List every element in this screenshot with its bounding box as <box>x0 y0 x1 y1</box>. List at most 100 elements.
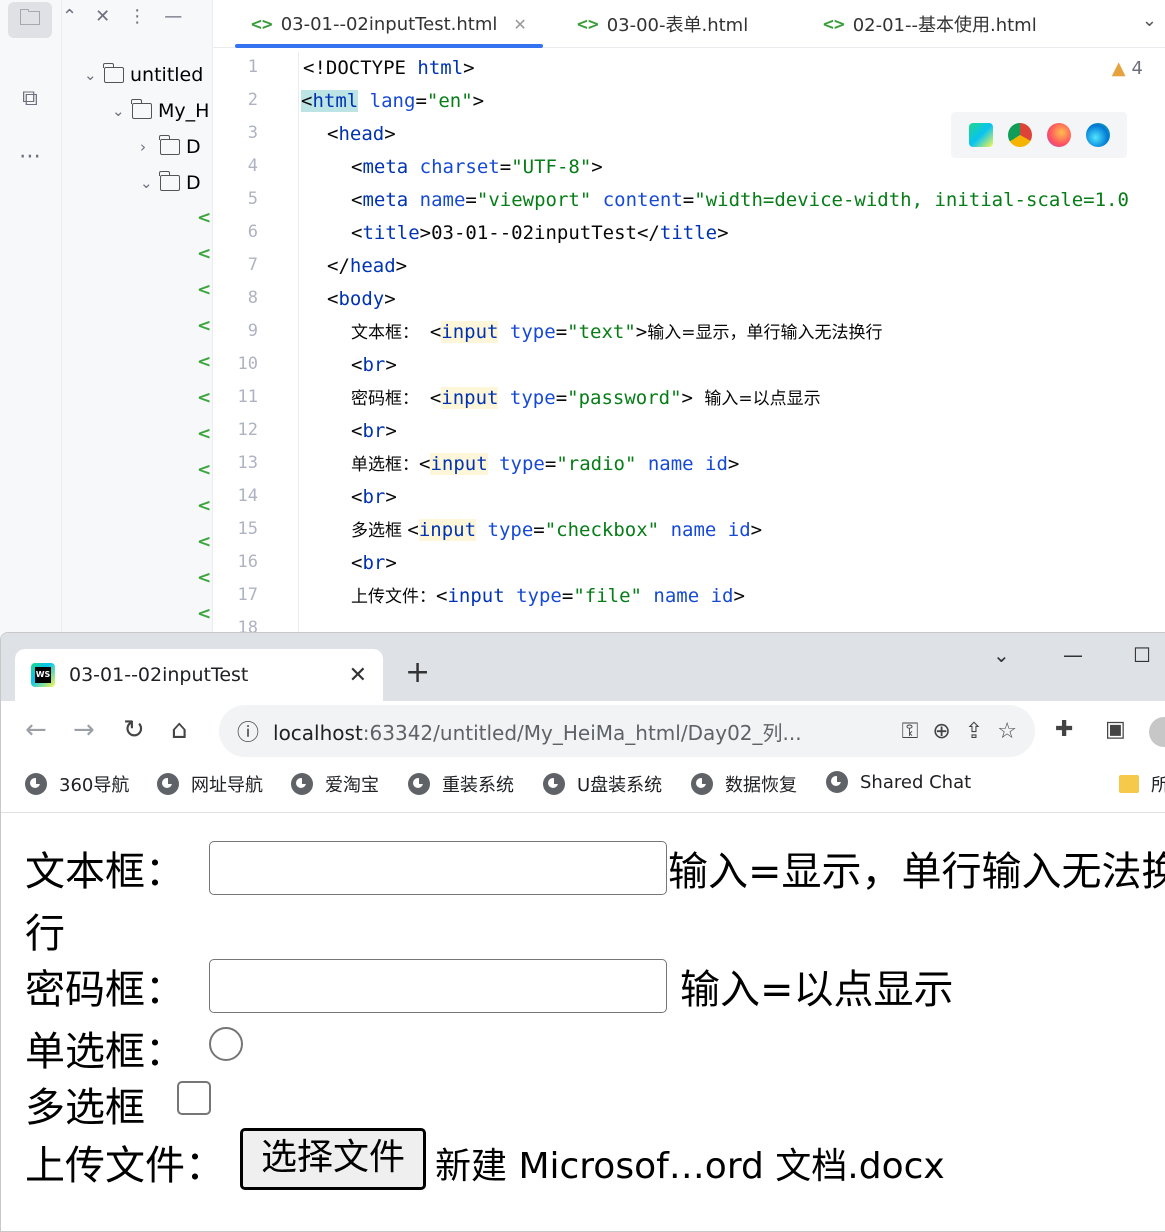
chrome-icon[interactable] <box>1007 123 1032 147</box>
html-file-icon[interactable]: < <box>197 568 211 588</box>
tree-item-myh[interactable]: ⌄ My_H <box>112 96 209 126</box>
text-desc: 输入=显示，单行输入无法换 <box>668 849 1165 895</box>
tab-label: 02-01--基本使用.html <box>852 15 1037 36</box>
bookmark-reinstall[interactable]: 重装系统 <box>408 771 514 797</box>
minimize-icon[interactable]: — <box>1063 643 1083 667</box>
html-tag-icon: <> <box>823 13 845 35</box>
extensions-icon[interactable]: ✚ <box>1055 717 1073 742</box>
tree-item-root[interactable]: ⌄ untitled <box>84 60 203 90</box>
bookmark-360[interactable]: 360导航 <box>25 771 129 797</box>
line-number: 3 <box>247 123 258 143</box>
warning-indicator[interactable]: ▲ 4 <box>1112 58 1143 79</box>
reload-icon[interactable]: ↻ <box>123 715 145 745</box>
firefox-icon[interactable] <box>1046 123 1071 147</box>
folder-icon <box>131 99 152 119</box>
close-icon[interactable]: ✕ <box>349 663 367 688</box>
chevron-down-icon[interactable]: ⌄ <box>993 643 1010 667</box>
html-file-icon[interactable]: < <box>197 460 211 480</box>
bookmark-label: U盘装系统 <box>577 775 663 796</box>
hide-icon[interactable]: — <box>164 6 182 27</box>
more-icon[interactable]: ⋯ <box>8 138 52 174</box>
home-icon[interactable]: ⌂ <box>171 715 188 745</box>
tree-item-d2[interactable]: ⌄ D <box>140 168 201 198</box>
new-tab-icon[interactable]: + <box>405 655 430 690</box>
chevron-down-icon: ⌄ <box>84 66 97 84</box>
close-icon[interactable]: ✕ <box>513 15 526 34</box>
info-icon[interactable]: ⓘ <box>237 715 259 747</box>
html-file-icon[interactable]: < <box>197 424 211 444</box>
edge-icon[interactable] <box>1085 123 1110 147</box>
bookmark-shared-chat[interactable]: Shared Chat <box>826 771 971 793</box>
bookmark-label: 360导航 <box>59 775 130 796</box>
html-file-icon[interactable]: < <box>197 208 211 228</box>
folder-icon <box>1119 775 1139 793</box>
project-tree: ⌃ ✕ ⋮ — ⌄ untitled ⌄ My_H › D ⌄ D < < < … <box>62 0 213 640</box>
tab-basic[interactable]: <> 02-01--基本使用.html <box>823 0 1037 48</box>
star-icon[interactable]: ☆ <box>997 719 1017 744</box>
bookmark-usb[interactable]: U盘装系统 <box>543 771 662 797</box>
line-number: 4 <box>247 156 258 176</box>
password-input[interactable] <box>209 959 667 1013</box>
tab-title: 03-01--02inputTest <box>69 664 249 686</box>
line-number: 6 <box>247 222 258 242</box>
folder-icon <box>103 63 124 83</box>
html-file-icon[interactable]: < <box>197 604 211 624</box>
chevron-right-icon: › <box>140 138 146 156</box>
choose-file-button[interactable]: 选择文件 <box>240 1128 427 1190</box>
file-name: 新建 Microsof…ord 文档.docx <box>435 1146 945 1187</box>
line-number: 15 <box>237 519 258 539</box>
bookmark-nav[interactable]: 网址导航 <box>157 771 263 797</box>
chevron-down-icon: ⌄ <box>140 174 153 192</box>
tab-inputtest[interactable]: <> 03-01--02inputTest.html ✕ <box>235 0 543 48</box>
bookmark-taobao[interactable]: 爱淘宝 <box>291 771 379 797</box>
bookmark-label: 数据恢复 <box>725 775 797 796</box>
page-content: 文本框： 输入=显示，单行输入无法换 行 密码框： 输入=以点显示 单选框： 多… <box>1 815 1165 1231</box>
html-file-icon[interactable]: < <box>197 280 211 300</box>
line-number: 13 <box>237 453 258 473</box>
url-path: :63342/untitled/My_HeiMa_html/Day02_列... <box>362 720 802 745</box>
bookmark-recovery[interactable]: 数据恢复 <box>691 771 797 797</box>
avatar[interactable] <box>1149 717 1165 747</box>
url-bar[interactable]: ⓘ localhost:63342/untitled/My_HeiMa_html… <box>219 705 1035 757</box>
share-icon[interactable]: ⇪ <box>965 719 983 744</box>
text-label: 文本框： <box>25 849 185 895</box>
expand-icon[interactable]: ⌃ <box>62 6 77 27</box>
html-file-icon[interactable]: < <box>197 388 211 408</box>
bookmark-label: 重装系统 <box>442 775 514 796</box>
address-bar-row: ← → ↻ ⌂ ⓘ localhost:63342/untitled/My_He… <box>1 701 1165 761</box>
text-input[interactable] <box>209 841 667 895</box>
back-icon[interactable]: ← <box>25 715 47 745</box>
browser-tab[interactable]: 03-01--02inputTest ✕ <box>15 649 383 701</box>
chevron-down-icon: ⌄ <box>112 102 125 120</box>
tab-label: 03-00-表单.html <box>606 15 749 36</box>
folder-icon <box>159 135 180 155</box>
globe-icon <box>157 773 179 795</box>
key-icon[interactable]: ⚿ <box>902 719 919 744</box>
url-text: localhost:63342/untitled/My_HeiMa_html/D… <box>273 717 802 746</box>
html-file-icon[interactable]: < <box>197 532 211 552</box>
tree-item-d1[interactable]: › D <box>140 132 201 162</box>
project-folder-icon[interactable]: 🗀 <box>8 2 52 38</box>
html-file-icon[interactable]: < <box>197 352 211 372</box>
html-file-icon[interactable]: < <box>197 244 211 264</box>
webstorm-icon[interactable] <box>968 123 993 147</box>
sidebar-icon[interactable]: ▣ <box>1105 717 1126 742</box>
html-file-icon[interactable]: < <box>197 316 211 336</box>
password-desc: 输入=以点显示 <box>680 967 954 1013</box>
options-icon[interactable]: ⋮ <box>128 6 146 27</box>
maximize-icon[interactable]: ☐ <box>1133 643 1151 667</box>
bookmark-folder[interactable]: 所 <box>1119 771 1165 797</box>
tab-form[interactable]: <> 03-00-表单.html <box>577 0 748 48</box>
chevron-down-icon[interactable]: ⌄ <box>1142 10 1157 31</box>
zoom-icon[interactable]: ⊕ <box>932 719 950 744</box>
collapse-icon[interactable]: ✕ <box>95 6 110 27</box>
globe-icon <box>291 773 313 795</box>
tree-item-label: D <box>186 172 201 194</box>
html-tag-icon: <> <box>251 13 273 35</box>
bookmarks-bar: 360导航 网址导航 爱淘宝 重装系统 U盘装系统 数据恢复 Shared Ch… <box>1 761 1165 813</box>
radio-button[interactable] <box>209 1027 243 1061</box>
checkbox[interactable] <box>177 1081 211 1115</box>
structure-icon[interactable]: ⧉ <box>8 80 52 116</box>
forward-icon[interactable]: → <box>73 715 95 745</box>
html-file-icon[interactable]: < <box>197 496 211 516</box>
